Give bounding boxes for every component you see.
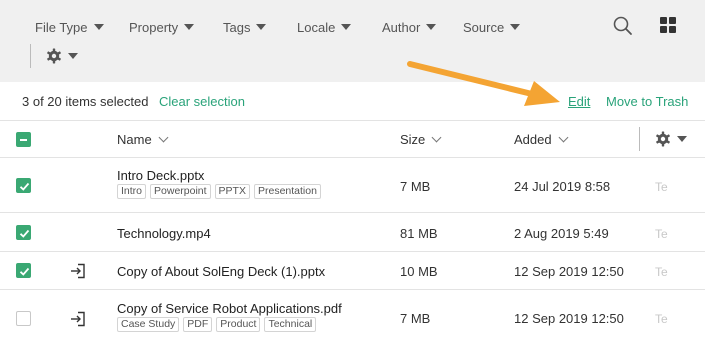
- added-date: 24 Jul 2019 8:58: [514, 179, 611, 194]
- table-row[interactable]: Copy of About SolEng Deck (1).pptx 10 MB…: [0, 252, 705, 290]
- chevron-down-icon: [158, 132, 169, 143]
- filter-tags[interactable]: Tags: [223, 18, 267, 36]
- chevron-down-icon: [558, 132, 569, 143]
- caret-down-icon: [68, 53, 78, 59]
- file-size: 10 MB: [400, 264, 438, 279]
- filter-label: Property: [129, 19, 179, 35]
- column-header-added[interactable]: Added: [514, 132, 569, 147]
- caret-down-icon: [256, 24, 267, 30]
- file-name[interactable]: Intro Deck.pptx: [117, 168, 204, 183]
- caret-down-icon: [510, 24, 521, 30]
- added-date: 12 Sep 2019 12:50: [514, 264, 624, 279]
- added-date: 12 Sep 2019 12:50: [514, 311, 624, 326]
- column-label: Name: [117, 132, 152, 147]
- tag-chip[interactable]: PPTX: [214, 184, 250, 199]
- caret-down-icon: [93, 24, 104, 30]
- toolbar-divider: [30, 44, 31, 68]
- filter-label: Author: [382, 19, 421, 35]
- row-checkbox[interactable]: [16, 263, 31, 278]
- file-name[interactable]: Technology.mp4: [117, 226, 211, 241]
- caret-down-icon: [184, 24, 195, 30]
- clear-selection-link[interactable]: Clear selection: [159, 94, 245, 109]
- file-name[interactable]: Copy of About SolEng Deck (1).pptx: [117, 264, 325, 279]
- tag-list: Case Study PDF Product Technical: [117, 317, 317, 332]
- gear-icon: [47, 48, 61, 64]
- tag-chip[interactable]: PDF: [183, 317, 213, 332]
- gear-icon: [656, 131, 670, 147]
- filter-locale[interactable]: Locale: [297, 18, 352, 36]
- column-divider: [639, 127, 640, 151]
- tag-chip[interactable]: Intro: [117, 184, 147, 199]
- filter-label: File Type: [35, 19, 88, 35]
- filter-author[interactable]: Author: [382, 18, 437, 36]
- annotation-arrow-icon: [407, 61, 560, 106]
- search-icon[interactable]: [612, 15, 634, 37]
- file-name[interactable]: Copy of Service Robot Applications.pdf: [117, 301, 342, 316]
- grid-view-icon[interactable]: [660, 17, 676, 33]
- caret-down-icon: [341, 24, 352, 30]
- tag-chip[interactable]: Powerpoint: [150, 184, 211, 199]
- added-date: 2 Aug 2019 5:49: [514, 226, 609, 241]
- row-checkbox[interactable]: [16, 225, 31, 240]
- selection-bar: 3 of 20 items selected Clear selection E…: [0, 82, 705, 120]
- filter-label: Locale: [297, 19, 336, 35]
- filter-label: Source: [463, 19, 505, 35]
- edit-link[interactable]: Edit: [568, 94, 590, 109]
- tag-chip[interactable]: Case Study: [117, 317, 180, 332]
- column-header-size[interactable]: Size: [400, 132, 442, 147]
- filter-toolbar: File Type Property Tags Locale Author So…: [0, 0, 705, 82]
- file-size: 7 MB: [400, 311, 431, 326]
- truncated-column-value: Te: [655, 180, 668, 194]
- tag-chip[interactable]: Presentation: [253, 184, 321, 199]
- truncated-column-value: Te: [655, 227, 668, 241]
- row-checkbox[interactable]: [16, 178, 31, 193]
- filter-property[interactable]: Property: [129, 18, 195, 36]
- selection-count: 3 of 20 items selected: [22, 94, 149, 109]
- tag-chip[interactable]: Product: [216, 317, 261, 332]
- move-to-trash-link[interactable]: Move to Trash: [606, 94, 688, 109]
- file-size: 81 MB: [400, 226, 438, 241]
- column-label: Added: [514, 132, 552, 147]
- tag-list: Intro Powerpoint PPTX Presentation: [117, 184, 321, 199]
- check-in-icon[interactable]: [70, 311, 86, 327]
- column-header-name[interactable]: Name: [117, 132, 169, 147]
- truncated-column-value: Te: [655, 312, 668, 326]
- truncated-column-value: Te: [655, 265, 668, 279]
- filter-source[interactable]: Source: [463, 18, 521, 36]
- table-row[interactable]: Intro Deck.pptx Intro Powerpoint PPTX Pr…: [0, 158, 705, 213]
- settings-dropdown[interactable]: [46, 48, 78, 64]
- tag-chip[interactable]: Technical: [264, 317, 317, 332]
- filter-label: Tags: [223, 19, 251, 35]
- table-header: Name Size Added: [0, 120, 705, 158]
- check-in-icon[interactable]: [70, 263, 86, 279]
- caret-down-icon: [426, 24, 437, 30]
- caret-down-icon: [677, 136, 687, 142]
- filter-file-type[interactable]: File Type: [35, 18, 104, 36]
- column-settings-dropdown[interactable]: [655, 131, 687, 147]
- chevron-down-icon: [431, 132, 442, 143]
- file-size: 7 MB: [400, 179, 431, 194]
- select-all-checkbox[interactable]: [16, 132, 31, 147]
- column-label: Size: [400, 132, 426, 147]
- table-row[interactable]: Copy of Service Robot Applications.pdf C…: [0, 290, 705, 345]
- table-row[interactable]: Technology.mp4 81 MB 2 Aug 2019 5:49 Te: [0, 213, 705, 252]
- row-checkbox[interactable]: [16, 311, 31, 326]
